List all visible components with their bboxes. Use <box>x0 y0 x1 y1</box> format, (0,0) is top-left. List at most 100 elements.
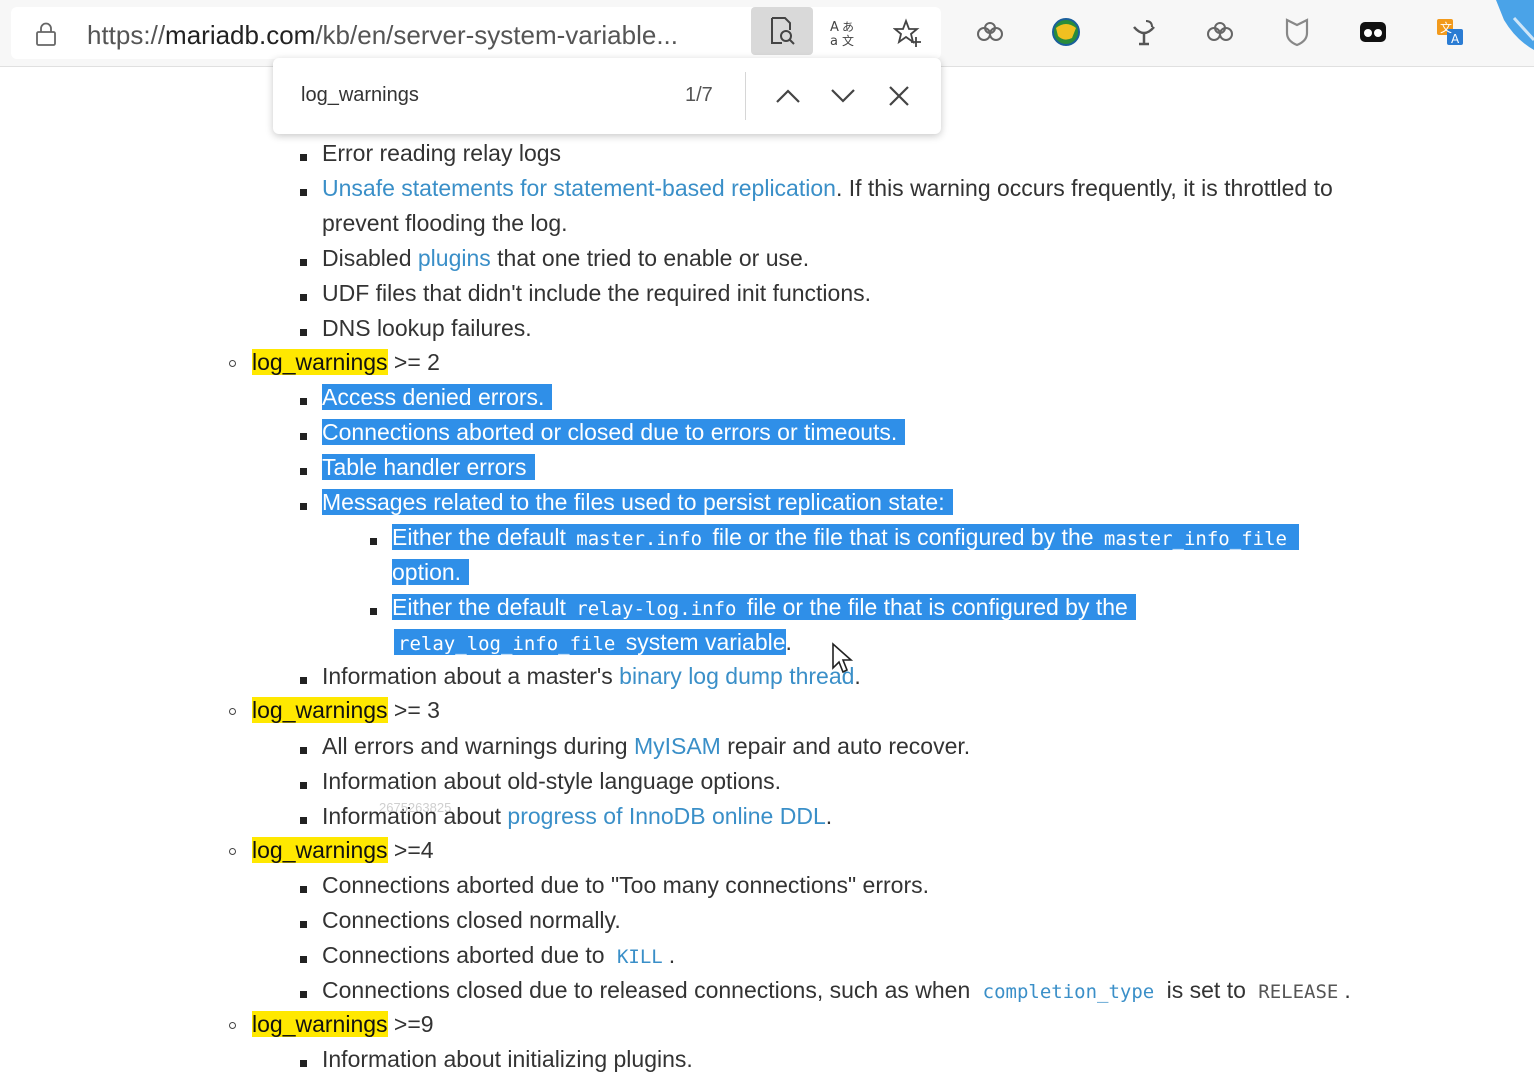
find-next-button[interactable] <box>825 78 861 114</box>
extension-cloud-icon-2 <box>1207 22 1233 41</box>
extension-3-button[interactable] <box>1126 14 1162 50</box>
address-bar[interactable]: https://mariadb.com/kb/en/server-system-… <box>11 7 941 59</box>
list-bullet <box>300 886 307 893</box>
selected-text: Connections aborted or closed due to err… <box>322 419 906 445</box>
list-item: Disabled plugins that one tried to enabl… <box>322 245 810 271</box>
list-bullet <box>300 677 307 684</box>
list-bullet-circle <box>229 1022 236 1029</box>
list-bullet <box>300 503 307 510</box>
unsafe-statements-link[interactable]: Unsafe statements for statement-based re… <box>322 175 836 201</box>
find-match-count: 1/7 <box>685 84 713 106</box>
browser-toolbar: https://mariadb.com/kb/en/server-system-… <box>0 0 1534 67</box>
list-bullet <box>300 154 307 161</box>
list-item: Connections closed normally. <box>322 907 621 933</box>
list-item-continuation: relay_log_info_file system variable. <box>394 626 792 661</box>
url-text[interactable]: https://mariadb.com/kb/en/server-system-… <box>87 20 678 51</box>
list-item: All errors and warnings during MyISAM re… <box>322 733 971 759</box>
extension-satellite-icon <box>1133 20 1155 46</box>
code-master-info-file: master_info_file <box>1099 528 1291 550</box>
list-bullet-circle <box>229 708 236 715</box>
svg-text:A: A <box>830 20 839 35</box>
find-separator <box>745 72 746 120</box>
selected-text: Messages related to the files used to pe… <box>322 489 953 515</box>
search-highlight: log_warnings <box>252 1011 388 1037</box>
article-content: Error reading relay logs Unsafe statemen… <box>0 66 1534 1081</box>
section-heading-level-9: log_warnings >=9 <box>252 1011 434 1037</box>
translate-button[interactable]: A あ a 文 <box>813 7 875 59</box>
list-item: Information about initializing plugins. <box>322 1046 693 1072</box>
list-bullet <box>300 398 307 405</box>
list-item: Connections aborted due to KILL. <box>322 942 676 968</box>
list-bullet <box>300 468 307 475</box>
extension-1-button[interactable] <box>972 14 1008 50</box>
star-add-icon <box>893 18 921 47</box>
translate-icon: A あ a 文 <box>830 20 854 48</box>
extension-8-button[interactable] <box>1496 0 1534 52</box>
code-release: RELEASE <box>1258 981 1339 1003</box>
list-item: Information about a master's binary log … <box>322 663 861 689</box>
reader-view-button[interactable] <box>751 7 813 55</box>
selected-text: Either the default relay-log.info file o… <box>392 594 1136 620</box>
list-bullet <box>300 782 307 789</box>
find-bar: 1/7 <box>273 58 941 134</box>
binary-log-dump-thread-link[interactable]: binary log dump thread <box>619 663 854 689</box>
list-item: Messages related to the files used to pe… <box>322 486 953 519</box>
list-bullet <box>300 956 307 963</box>
section-heading-level-3: log_warnings >= 3 <box>252 697 440 723</box>
find-close-button[interactable] <box>881 78 917 114</box>
list-item: Either the default relay-log.info file o… <box>392 591 1136 626</box>
list-bullet <box>300 1060 307 1067</box>
svg-text:A: A <box>1451 32 1460 46</box>
section-heading-level-2: log_warnings >= 2 <box>252 349 440 375</box>
code-master-info: master.info <box>572 528 707 550</box>
svg-text:文: 文 <box>842 33 854 48</box>
mouse-cursor-icon <box>832 642 854 674</box>
reader-view-icon <box>771 17 795 45</box>
watermark-text: 2675263825 <box>379 800 452 815</box>
innodb-online-ddl-link[interactable]: progress of InnoDB online DDL <box>507 803 825 829</box>
extension-cloud-icon <box>977 22 1003 41</box>
list-item: Information about old-style language opt… <box>322 768 782 794</box>
find-previous-button[interactable] <box>770 78 806 114</box>
list-bullet <box>300 329 307 336</box>
list-bullet <box>300 817 307 824</box>
list-bullet <box>370 608 377 615</box>
selected-text: relay_log_info_file system variable <box>394 629 786 655</box>
svg-text:a: a <box>830 34 838 48</box>
extension-6-button[interactable] <box>1355 14 1391 50</box>
extension-2-button[interactable] <box>1048 14 1084 50</box>
search-highlight: log_warnings <box>252 697 388 723</box>
list-item: Connections aborted or closed due to err… <box>322 416 906 449</box>
extension-translator-icon: 文 A <box>1437 19 1463 46</box>
code-relay-log-info: relay-log.info <box>572 598 741 620</box>
section-heading-level-4: log_warnings >=4 <box>252 837 434 863</box>
extension-7-button[interactable]: 文 A <box>1432 14 1468 50</box>
list-item: Either the default master.info file or t… <box>392 521 1299 556</box>
list-item: Access denied errors. <box>322 381 553 414</box>
find-input[interactable] <box>301 84 661 107</box>
completion-type-link[interactable]: completion_type <box>977 981 1161 1003</box>
chevron-up-icon <box>776 89 800 103</box>
list-item: Unsafe statements for statement-based re… <box>322 175 1333 201</box>
list-bullet-circle <box>229 360 236 367</box>
plugins-link[interactable]: plugins <box>418 245 491 271</box>
selected-text: Table handler errors <box>322 454 535 480</box>
list-bullet <box>300 991 307 998</box>
search-highlight: log_warnings <box>252 837 388 863</box>
list-item-continuation: option. <box>392 556 470 589</box>
search-highlight: log_warnings <box>252 349 388 375</box>
favorite-button[interactable] <box>877 7 939 59</box>
selected-text: Either the default master.info file or t… <box>392 524 1299 550</box>
selected-text: option. <box>392 559 470 585</box>
lock-icon[interactable] <box>35 22 57 46</box>
myisam-link[interactable]: MyISAM <box>634 733 721 759</box>
list-bullet <box>300 747 307 754</box>
code-kill: KILL <box>616 946 663 968</box>
extension-mask-icon <box>1360 22 1386 42</box>
list-item: UDF files that didn't include the requir… <box>322 280 872 306</box>
extension-4-button[interactable] <box>1202 14 1238 50</box>
list-bullet <box>300 259 307 266</box>
extension-5-button[interactable] <box>1279 14 1315 50</box>
close-icon <box>889 86 909 106</box>
list-bullet-circle <box>229 848 236 855</box>
